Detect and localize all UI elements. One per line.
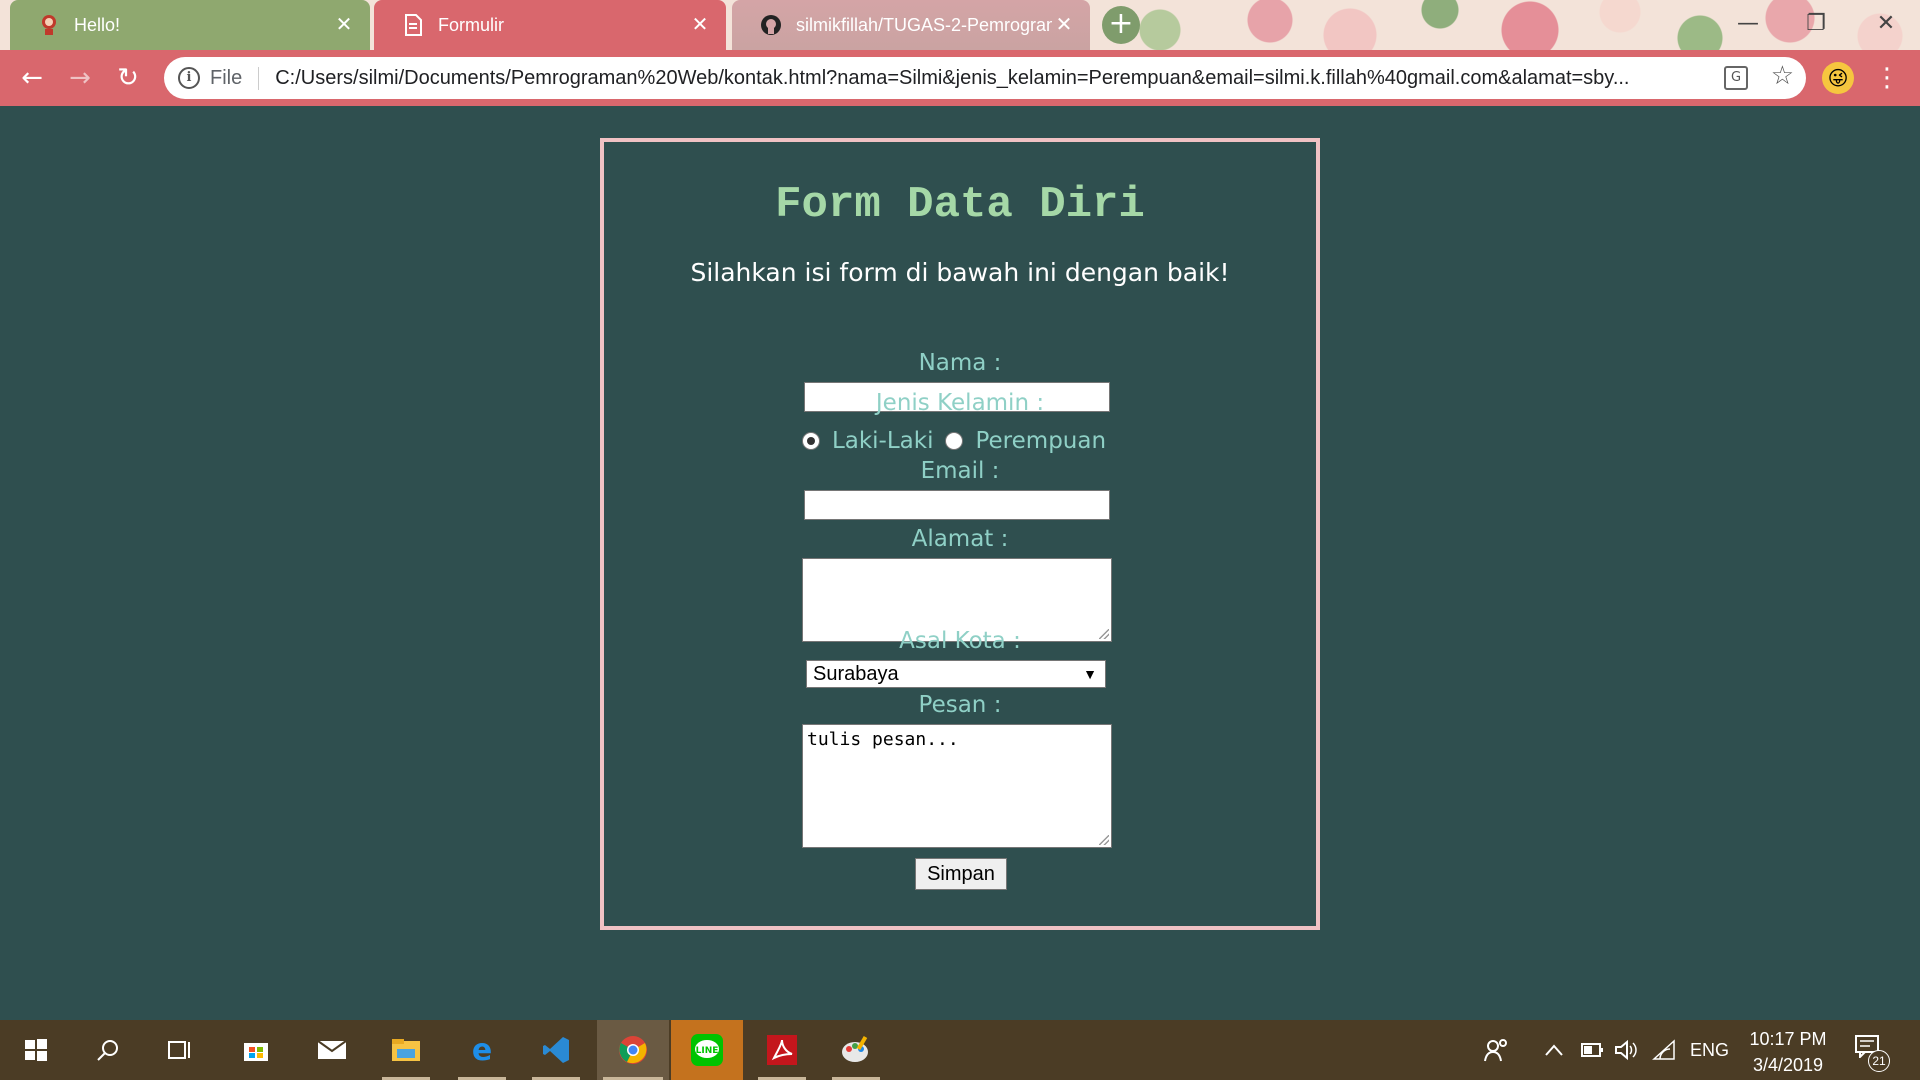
gender-option-label: Perempuan — [975, 428, 1107, 454]
forward-arrow-icon[interactable]: → — [62, 60, 98, 96]
menu-dots-icon[interactable]: ⋮ — [1874, 60, 1900, 96]
message-label: Pesan : — [918, 692, 1002, 718]
gender-radio-group: Laki-Laki Perempuan — [604, 428, 1316, 454]
close-icon[interactable]: ✕ — [1052, 13, 1076, 37]
line-app-icon[interactable]: LINE — [671, 1020, 743, 1080]
clock-date: 3/4/2019 — [1752, 1055, 1824, 1075]
tab-formulir[interactable]: Formulir ✕ — [374, 0, 726, 50]
dropdown-arrow-icon: ▼ — [1083, 666, 1097, 682]
taskbar: e LINE ENG 10:17 PM 3/4/2019 21 — [0, 1020, 1920, 1080]
acrobat-icon[interactable] — [752, 1020, 812, 1080]
notification-count-badge: 21 — [1868, 1050, 1890, 1072]
clock[interactable]: 10:17 PM 3/4/2019 — [1740, 1026, 1836, 1078]
window-close-icon[interactable]: ✕ — [1866, 8, 1906, 40]
edge-icon[interactable]: e — [452, 1020, 512, 1080]
name-label: Nama : — [918, 350, 1002, 376]
paint-icon[interactable] — [826, 1020, 886, 1080]
email-label: Email : — [920, 458, 1000, 484]
city-selected-value: Surabaya — [813, 663, 899, 685]
tab-strip: Hello! ✕ Formulir ✕ silmikfillah/TUGAS-2… — [0, 0, 1920, 50]
tab-github[interactable]: silmikfillah/TUGAS-2-Pemrograman ✕ — [732, 0, 1090, 50]
bookmark-star-icon[interactable]: ☆ — [1771, 61, 1794, 91]
lady-avatar-icon — [38, 14, 60, 36]
city-select[interactable]: Surabaya ▼ — [806, 660, 1106, 688]
document-icon — [402, 14, 424, 36]
tab-label: Formulir — [438, 14, 504, 35]
form-title: Form Data Diri — [775, 180, 1145, 230]
mail-icon[interactable] — [302, 1020, 362, 1080]
gender-option-label: Laki-Laki — [831, 428, 934, 454]
github-icon — [760, 14, 782, 36]
form-subtitle: Silahkan isi form di bawah ini dengan ba… — [690, 258, 1230, 287]
message-placeholder: tulis pesan... — [807, 729, 959, 750]
tab-label: silmikfillah/TUGAS-2-Pemrograman — [796, 14, 1052, 35]
store-icon[interactable] — [226, 1020, 286, 1080]
svg-text:LINE: LINE — [696, 1046, 719, 1056]
gender-radio-female[interactable] — [945, 432, 964, 450]
url-text[interactable]: C:/Users/silmi/Documents/Pemrograman%20W… — [275, 67, 1695, 90]
close-icon[interactable]: ✕ — [332, 13, 356, 37]
resize-handle-icon[interactable] — [1099, 835, 1109, 845]
submit-button[interactable]: Simpan — [915, 858, 1007, 890]
minimize-icon[interactable]: — — [1728, 8, 1768, 40]
task-view-icon[interactable] — [150, 1020, 210, 1080]
gender-label: Jenis Kelamin : — [875, 390, 1045, 416]
url-scheme-chip[interactable]: File — [210, 66, 260, 90]
clock-time: 10:17 PM — [1749, 1029, 1827, 1049]
message-textarea[interactable]: tulis pesan... — [802, 724, 1112, 848]
back-arrow-icon[interactable]: ← — [14, 60, 50, 96]
restore-icon[interactable]: ❐ — [1796, 8, 1836, 40]
info-icon[interactable]: i — [178, 67, 200, 89]
address-bar[interactable]: i File C:/Users/silmi/Documents/Pemrogra… — [164, 57, 1806, 99]
svg-text:e: e — [472, 1035, 492, 1065]
volume-icon[interactable] — [1614, 1020, 1638, 1080]
page-viewport: Form Data Diri Silahkan isi form di bawa… — [0, 106, 1920, 1020]
windows-start-icon[interactable] — [6, 1020, 66, 1080]
city-label: Asal Kota : — [899, 628, 1021, 654]
translate-icon[interactable]: G — [1724, 66, 1748, 90]
close-icon[interactable]: ✕ — [688, 13, 712, 37]
browser-toolbar: ← → ↻ i File C:/Users/silmi/Documents/Pe… — [0, 50, 1920, 106]
chevron-up-icon[interactable] — [1544, 1020, 1564, 1080]
file-explorer-icon[interactable] — [376, 1020, 436, 1080]
form-container: Form Data Diri Silahkan isi form di bawa… — [600, 138, 1320, 930]
email-input[interactable] — [804, 490, 1110, 520]
new-tab-button[interactable]: + — [1102, 6, 1140, 44]
wifi-icon[interactable] — [1652, 1020, 1676, 1080]
profile-avatar-icon[interactable]: 😜 — [1822, 62, 1854, 94]
language-indicator[interactable]: ENG — [1690, 1020, 1729, 1080]
chrome-icon[interactable] — [597, 1020, 669, 1080]
gender-radio-male[interactable] — [801, 432, 820, 450]
tab-hello[interactable]: Hello! ✕ — [10, 0, 370, 50]
reload-icon[interactable]: ↻ — [110, 60, 146, 96]
vscode-icon[interactable] — [526, 1020, 586, 1080]
battery-icon[interactable] — [1578, 1020, 1604, 1080]
tab-label: Hello! — [74, 14, 121, 35]
people-icon[interactable] — [1484, 1020, 1510, 1080]
address-label: Alamat : — [911, 526, 1009, 552]
search-icon[interactable] — [78, 1020, 138, 1080]
